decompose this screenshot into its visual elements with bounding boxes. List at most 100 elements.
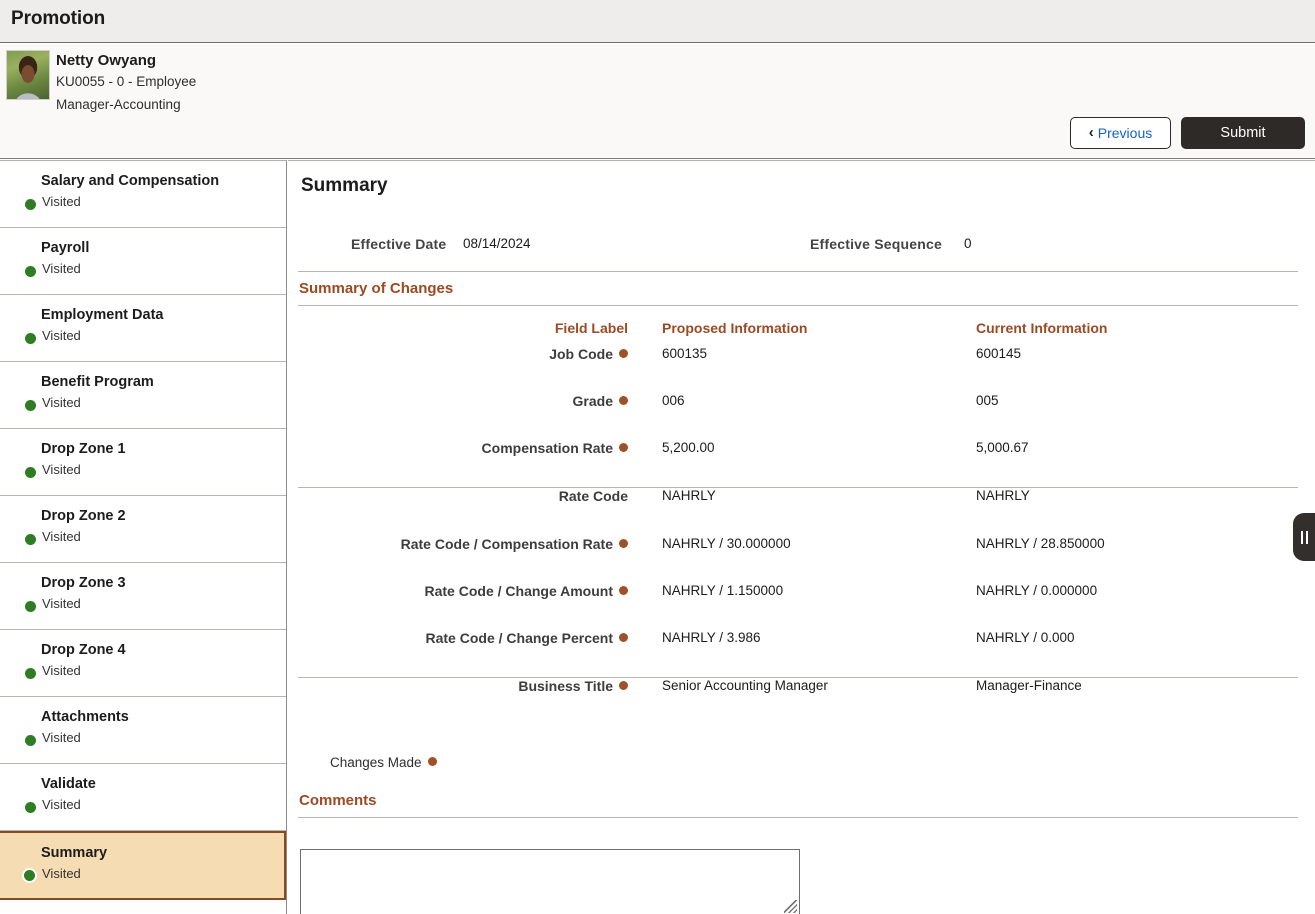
table-row: Compensation Rate5,200.005,000.67 bbox=[288, 440, 1315, 487]
wizard-step-sidebar[interactable]: Salary and CompensationVisitedPayrollVis… bbox=[0, 160, 287, 914]
table-row: Rate Code / Change Amount NAHRLY / 1.1500… bbox=[288, 583, 1315, 630]
cell-proposed-information: Senior Accounting Manager bbox=[662, 678, 828, 693]
changes-made-legend: Changes Made bbox=[330, 755, 437, 770]
field-label-text: Rate Code / Change Amount bbox=[425, 583, 614, 599]
visited-status-dot-icon bbox=[24, 870, 35, 881]
change-indicator-dot-icon bbox=[619, 539, 628, 548]
sidebar-item-label: Validate bbox=[41, 776, 96, 792]
employee-id-line: KU0055 - 0 - Employee bbox=[56, 74, 196, 89]
cell-current-information: NAHRLY bbox=[976, 488, 1030, 503]
field-label-text: Compensation Rate bbox=[482, 440, 613, 456]
sidebar-item-label: Benefit Program bbox=[41, 374, 154, 390]
cell-current-information: 600145 bbox=[976, 346, 1021, 361]
sidebar-item-payroll[interactable]: PayrollVisited bbox=[0, 228, 286, 295]
cell-current-information: NAHRLY / 0.000000 bbox=[976, 583, 1097, 598]
summary-of-changes-heading: Summary of Changes bbox=[299, 280, 453, 297]
handle-bar-icon bbox=[1301, 531, 1303, 544]
field-label-text: Rate Code bbox=[559, 488, 628, 504]
submit-button-label: Submit bbox=[1220, 125, 1265, 141]
submit-button[interactable]: Submit bbox=[1181, 117, 1305, 149]
visited-status-dot-icon bbox=[25, 400, 36, 411]
visited-status-dot-icon bbox=[25, 199, 36, 210]
sidebar-item-drop-zone-4[interactable]: Drop Zone 4Visited bbox=[0, 630, 286, 697]
sidebar-item-status: Visited bbox=[42, 395, 81, 410]
sidebar-item-summary[interactable]: SummaryVisited bbox=[0, 831, 286, 900]
cell-field-label: Rate Code / Change Percent bbox=[328, 630, 628, 646]
sidebar-item-label: Salary and Compensation bbox=[41, 173, 219, 189]
table-row: Grade006005 bbox=[288, 393, 1315, 440]
sidebar-item-label: Drop Zone 2 bbox=[41, 508, 126, 524]
cell-field-label: Rate Code / Compensation Rate bbox=[328, 536, 628, 552]
visited-status-dot-icon bbox=[25, 534, 36, 545]
sidebar-item-label: Payroll bbox=[41, 240, 89, 256]
sidebar-item-label: Employment Data bbox=[41, 307, 163, 323]
cell-current-information: 005 bbox=[976, 393, 999, 408]
divider-above-summary-of-changes bbox=[298, 271, 1298, 272]
sidebar-item-validate[interactable]: Validate Visited bbox=[0, 764, 286, 831]
change-indicator-dot-icon bbox=[619, 633, 628, 642]
cell-proposed-information: NAHRLY bbox=[662, 488, 716, 503]
handle-bar-icon bbox=[1306, 531, 1308, 544]
column-header-current: Current Information bbox=[976, 320, 1107, 336]
sidebar-item-status: Visited bbox=[42, 730, 81, 745]
resize-grip-icon[interactable] bbox=[784, 900, 797, 913]
previous-button-label: Previous bbox=[1098, 125, 1152, 141]
sidebar-item-status: Visited bbox=[42, 328, 81, 343]
sidebar-item-drop-zone-3[interactable]: Drop Zone 3Visited bbox=[0, 563, 286, 630]
change-indicator-dot-icon bbox=[428, 757, 437, 766]
comments-textarea[interactable] bbox=[301, 850, 799, 914]
sidebar-item-status: Visited bbox=[42, 866, 81, 881]
table-row: Rate Code NAHRLY NAHRLY bbox=[288, 488, 1315, 535]
sidebar-item-benefit-program[interactable]: Benefit Program Visited bbox=[0, 362, 286, 429]
visited-status-dot-icon bbox=[25, 668, 36, 679]
change-indicator-dot-icon bbox=[619, 681, 628, 690]
table-row: Rate Code / Change PercentNAHRLY / 3.986… bbox=[288, 630, 1315, 677]
cell-field-label: Business Title bbox=[328, 678, 628, 694]
page-title-promotion: Promotion bbox=[11, 8, 105, 30]
cell-current-information: 5,000.67 bbox=[976, 440, 1029, 455]
visited-status-dot-icon bbox=[25, 802, 36, 813]
sidebar-item-drop-zone-1[interactable]: Drop Zone 1 Visited bbox=[0, 429, 286, 496]
table-row: Business Title Senior Accounting Manager M… bbox=[288, 678, 1315, 725]
sidebar-item-attachments[interactable]: AttachmentsVisited bbox=[0, 697, 286, 764]
sidebar-item-drop-zone-2[interactable]: Drop Zone 2Visited bbox=[0, 496, 286, 563]
cell-proposed-information: NAHRLY / 1.150000 bbox=[662, 583, 783, 598]
sidebar-item-status: Visited bbox=[42, 194, 81, 209]
visited-status-dot-icon bbox=[25, 333, 36, 344]
comments-heading: Comments bbox=[299, 792, 377, 809]
cell-field-label: Grade bbox=[328, 393, 628, 409]
changes-made-label: Changes Made bbox=[330, 755, 422, 770]
previous-button[interactable]: ‹ Previous bbox=[1070, 117, 1171, 149]
panel-toggle-handle[interactable] bbox=[1293, 513, 1315, 561]
effective-sequence-value: 0 bbox=[964, 236, 972, 251]
change-indicator-dot-icon bbox=[619, 396, 628, 405]
column-header-field-label: Field Label bbox=[328, 320, 628, 336]
summary-content-panel: Summary Effective Date 08/14/2024 Effect… bbox=[288, 160, 1315, 914]
summary-heading: Summary bbox=[301, 175, 388, 197]
visited-status-dot-icon bbox=[25, 601, 36, 612]
cell-proposed-information: NAHRLY / 30.000000 bbox=[662, 536, 791, 551]
visited-status-dot-icon bbox=[25, 735, 36, 746]
sidebar-item-status: Visited bbox=[42, 797, 81, 812]
cell-proposed-information: 600135 bbox=[662, 346, 707, 361]
comments-input-wrapper[interactable] bbox=[300, 849, 800, 914]
effective-info-row: Effective Date 08/14/2024 Effective Sequ… bbox=[288, 236, 1315, 266]
sidebar-item-salary-and-compensation[interactable]: Salary and Compensation Visited bbox=[0, 161, 286, 228]
cell-field-label: Compensation Rate bbox=[328, 440, 628, 456]
visited-status-dot-icon bbox=[25, 266, 36, 277]
cell-current-information: Manager-Finance bbox=[976, 678, 1082, 693]
effective-sequence-label: Effective Sequence bbox=[810, 236, 942, 252]
employee-profile-band: Netty Owyang KU0055 - 0 - Employee Manag… bbox=[0, 44, 1315, 159]
sidebar-item-label: Drop Zone 1 bbox=[41, 441, 126, 457]
field-label-text: Grade bbox=[573, 393, 613, 409]
change-indicator-dot-icon bbox=[619, 586, 628, 595]
cell-field-label: Job Code bbox=[328, 346, 628, 362]
sidebar-item-employment-data[interactable]: Employment Data Visited bbox=[0, 295, 286, 362]
sidebar-item-status: Visited bbox=[42, 596, 81, 611]
field-label-text: Job Code bbox=[549, 346, 613, 362]
sidebar-item-status: Visited bbox=[42, 462, 81, 477]
employee-name: Netty Owyang bbox=[56, 52, 156, 69]
sidebar-item-label: Drop Zone 4 bbox=[41, 642, 126, 658]
change-indicator-dot-icon bbox=[619, 349, 628, 358]
cell-current-information: NAHRLY / 0.000 bbox=[976, 630, 1075, 645]
